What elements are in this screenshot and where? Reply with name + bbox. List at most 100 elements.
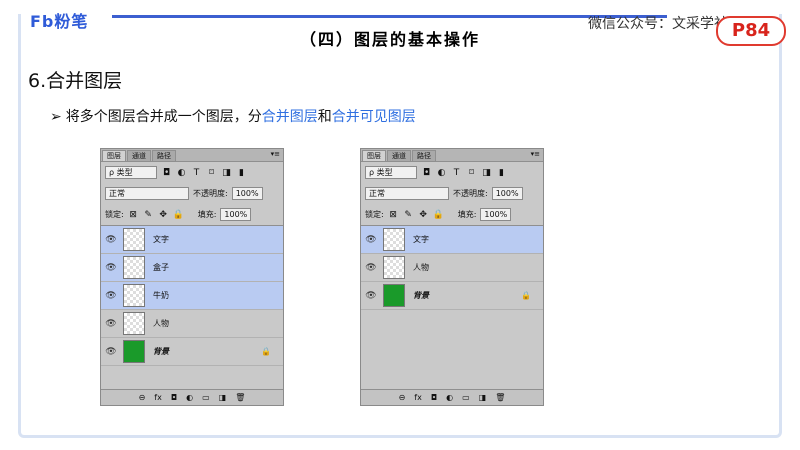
adjust-filter-icon[interactable]: ◐: [176, 168, 187, 178]
layer-lock-icon: 🔒: [521, 291, 531, 300]
type-filter-icon[interactable]: T: [191, 168, 202, 178]
group-icon[interactable]: ▭: [462, 393, 470, 402]
filter-toggle-icon[interactable]: ▮: [236, 168, 247, 178]
layers-panel-before: 图层 通道 路径 ▾≡ ρ 类型 ◘ ◐ T ⌑ ◨ ▮ 正常 不透明度: 10…: [100, 148, 284, 406]
layer-row[interactable]: 👁 盒子: [101, 254, 283, 282]
lock-all-icon[interactable]: 🔒: [173, 210, 184, 220]
visibility-eye-icon[interactable]: 👁: [101, 291, 121, 301]
layer-thumbnail: [123, 256, 145, 279]
delete-layer-icon[interactable]: 🗑: [235, 393, 245, 402]
link-layers-icon[interactable]: ⊖: [139, 393, 146, 402]
layer-thumbnail: [383, 228, 405, 251]
bullet-point: ➢ 将多个图层合并成一个图层，分合并图层和合并可见图层: [50, 106, 416, 126]
opacity-input[interactable]: 100%: [231, 187, 263, 200]
filter-row: ρ 类型 ◘ ◐ T ⌑ ◨ ▮: [361, 162, 543, 183]
layer-row[interactable]: 👁 人物: [361, 254, 543, 282]
section-title: （四）图层的基本操作: [300, 30, 481, 49]
fill-label: 填充:: [457, 210, 477, 219]
blend-mode-select[interactable]: 正常: [365, 187, 449, 200]
fill-label: 填充:: [197, 210, 217, 219]
opacity-label: 不透明度:: [193, 189, 228, 198]
layer-name[interactable]: 人物: [153, 318, 169, 329]
image-filter-icon[interactable]: ◘: [161, 168, 172, 178]
adjust-filter-icon[interactable]: ◐: [436, 168, 447, 178]
adjustment-icon[interactable]: ◐: [186, 393, 193, 402]
visibility-eye-icon[interactable]: 👁: [101, 235, 121, 245]
layer-thumbnail: [123, 312, 145, 335]
layer-thumbnail: [383, 284, 405, 307]
tab-channels[interactable]: 通道: [387, 150, 411, 161]
filter-select[interactable]: ρ 类型: [105, 166, 157, 179]
layer-name[interactable]: 文字: [413, 234, 429, 245]
shape-filter-icon[interactable]: ⌑: [206, 168, 217, 178]
lock-row: 锁定: ⊠ ✎ ✥ 🔒 填充: 100%: [361, 204, 543, 225]
layer-name[interactable]: 人物: [413, 262, 429, 273]
filter-row: ρ 类型 ◘ ◐ T ⌑ ◨ ▮: [101, 162, 283, 183]
layer-list: 👁 文字 👁 人物 👁 背景 🔒: [361, 225, 543, 310]
type-filter-icon[interactable]: T: [451, 168, 462, 178]
mask-icon[interactable]: ◘: [171, 393, 177, 402]
layer-row[interactable]: 👁 背景 🔒: [361, 282, 543, 310]
lock-all-icon[interactable]: 🔒: [433, 210, 444, 220]
group-icon[interactable]: ▭: [202, 393, 210, 402]
fill-input[interactable]: 100%: [220, 208, 252, 221]
visibility-eye-icon[interactable]: 👁: [101, 263, 121, 273]
tab-paths[interactable]: 路径: [152, 150, 176, 161]
panel-menu-icon[interactable]: ▾≡: [271, 150, 280, 158]
fx-icon[interactable]: fx: [154, 393, 162, 402]
lock-move-icon[interactable]: ✥: [418, 210, 429, 220]
opacity-input[interactable]: 100%: [491, 187, 523, 200]
fill-input[interactable]: 100%: [480, 208, 512, 221]
lock-transparency-icon[interactable]: ⊠: [388, 210, 399, 220]
bullet-arrow-icon: ➢: [50, 109, 62, 125]
layer-row[interactable]: 👁 文字: [361, 226, 543, 254]
blend-mode-select[interactable]: 正常: [105, 187, 189, 200]
smart-filter-icon[interactable]: ◨: [221, 168, 232, 178]
tab-channels[interactable]: 通道: [127, 150, 151, 161]
lock-transparency-icon[interactable]: ⊠: [128, 210, 139, 220]
visibility-eye-icon[interactable]: 👁: [101, 347, 121, 357]
layer-row[interactable]: 👁 人物: [101, 310, 283, 338]
visibility-eye-icon[interactable]: 👁: [101, 319, 121, 329]
layer-row[interactable]: 👁 背景 🔒: [101, 338, 283, 366]
layer-name[interactable]: 背景: [153, 346, 169, 357]
filter-toggle-icon[interactable]: ▮: [496, 168, 507, 178]
tab-paths[interactable]: 路径: [412, 150, 436, 161]
tab-layers[interactable]: 图层: [102, 150, 126, 161]
bullet-conj: 和: [317, 109, 332, 125]
layer-name[interactable]: 牛奶: [153, 290, 169, 301]
page-heading: 6.合并图层: [28, 70, 123, 92]
image-filter-icon[interactable]: ◘: [421, 168, 432, 178]
layer-name[interactable]: 文字: [153, 234, 169, 245]
fx-icon[interactable]: fx: [414, 393, 422, 402]
page-badge: P84: [716, 16, 786, 46]
shape-filter-icon[interactable]: ⌑: [466, 168, 477, 178]
lock-row: 锁定: ⊠ ✎ ✥ 🔒 填充: 100%: [101, 204, 283, 225]
layer-name[interactable]: 盒子: [153, 262, 169, 273]
new-layer-icon[interactable]: ◨: [479, 393, 487, 402]
mask-icon[interactable]: ◘: [431, 393, 437, 402]
panel-menu-icon[interactable]: ▾≡: [531, 150, 540, 158]
new-layer-icon[interactable]: ◨: [219, 393, 227, 402]
visibility-eye-icon[interactable]: 👁: [361, 263, 381, 273]
adjustment-icon[interactable]: ◐: [446, 393, 453, 402]
visibility-eye-icon[interactable]: 👁: [361, 291, 381, 301]
layer-row[interactable]: 👁 文字: [101, 226, 283, 254]
lock-move-icon[interactable]: ✥: [158, 210, 169, 220]
visibility-eye-icon[interactable]: 👁: [361, 235, 381, 245]
layer-row[interactable]: 👁 牛奶: [101, 282, 283, 310]
lock-paint-icon[interactable]: ✎: [143, 210, 154, 220]
panel-tabs: 图层 通道 路径 ▾≡: [361, 149, 543, 162]
layer-thumbnail: [383, 256, 405, 279]
panel-footer: ⊖ fx ◘ ◐ ▭ ◨ 🗑: [361, 389, 543, 405]
filter-select[interactable]: ρ 类型: [365, 166, 417, 179]
delete-layer-icon[interactable]: 🗑: [495, 393, 505, 402]
layer-name[interactable]: 背景: [413, 290, 429, 301]
layer-thumbnail: [123, 228, 145, 251]
tab-layers[interactable]: 图层: [362, 150, 386, 161]
lock-paint-icon[interactable]: ✎: [403, 210, 414, 220]
bullet-text: 将多个图层合并成一个图层，分: [65, 109, 262, 125]
merge-visible-term: 合并可见图层: [331, 109, 416, 125]
smart-filter-icon[interactable]: ◨: [481, 168, 492, 178]
link-layers-icon[interactable]: ⊖: [399, 393, 406, 402]
